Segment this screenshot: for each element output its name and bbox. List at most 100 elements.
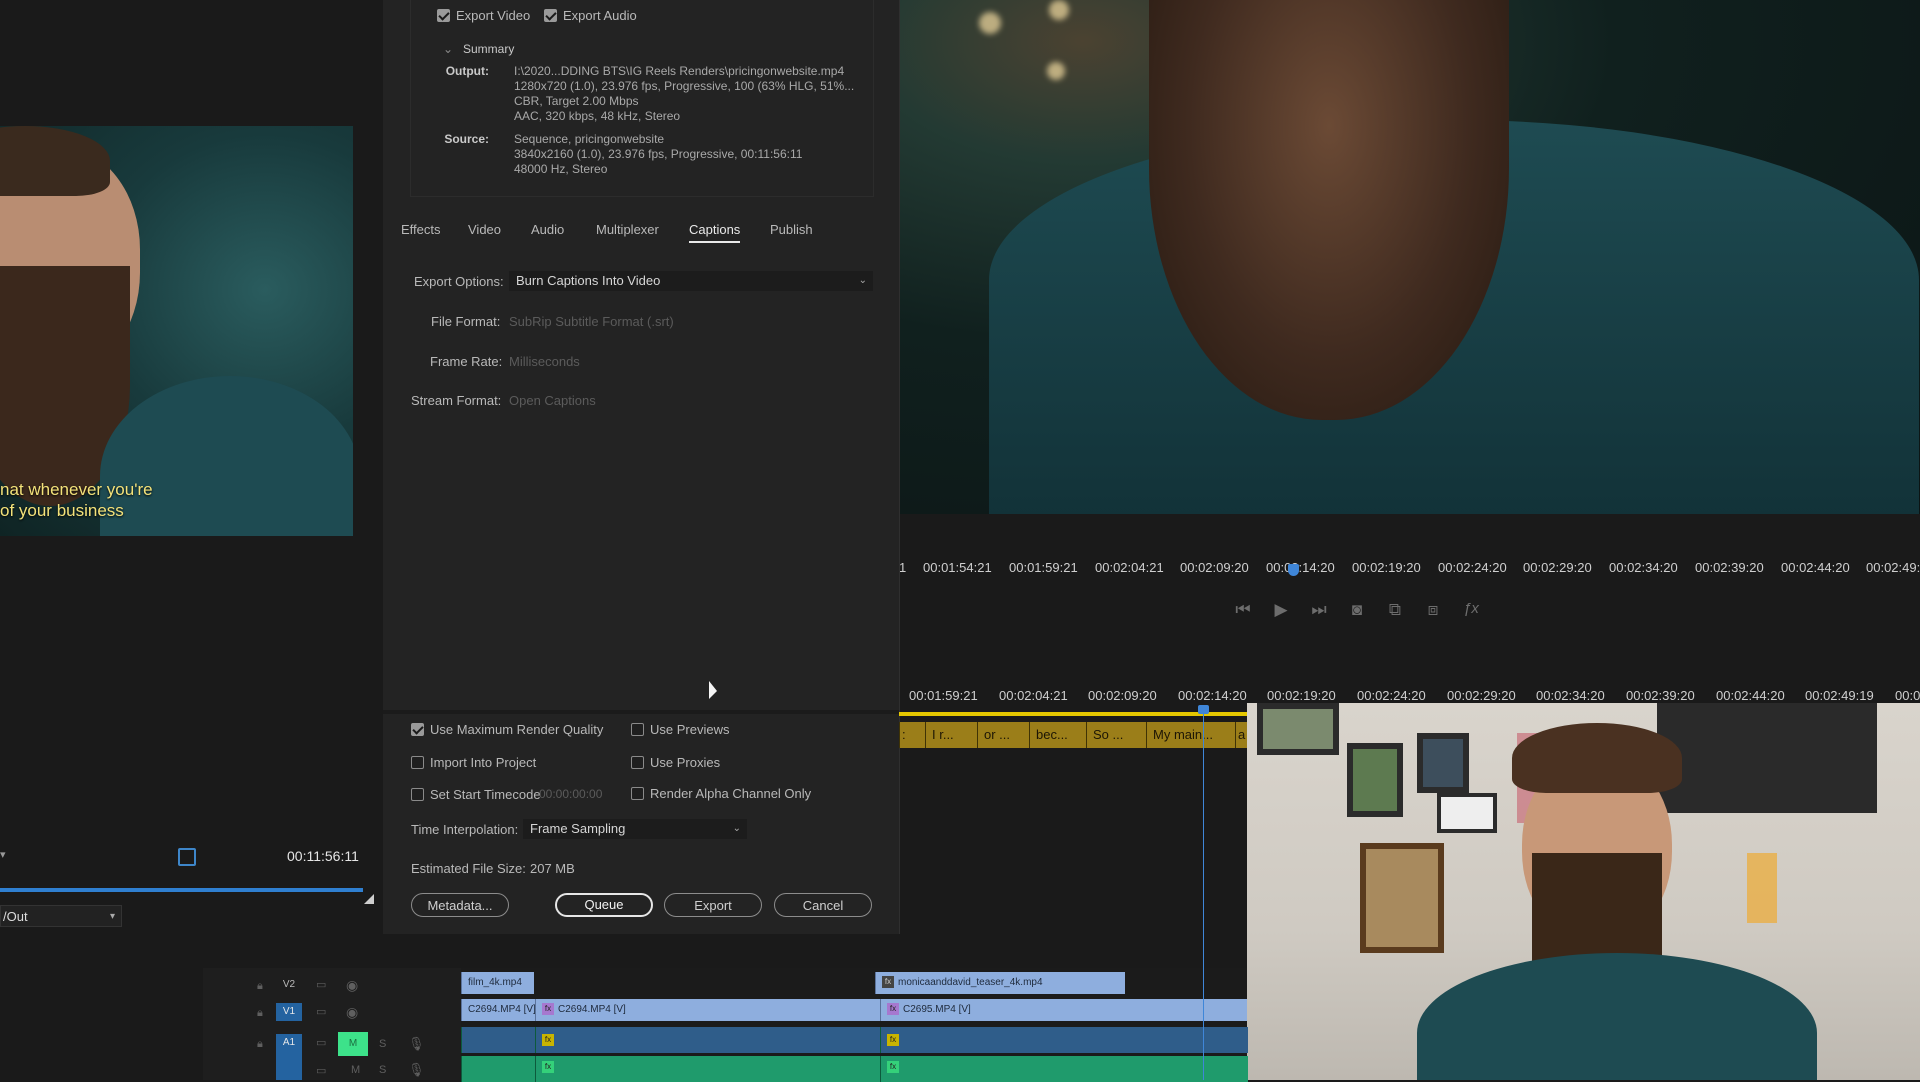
lock-icon[interactable]: 🔒︎ [257, 1007, 263, 1020]
start-timecode-field[interactable]: 00:00:00:00 [539, 787, 602, 801]
lock-icon[interactable]: 🔒︎ [257, 1038, 263, 1051]
mute-button[interactable]: M [338, 1032, 368, 1056]
caption-clip[interactable]: My main... [1146, 722, 1235, 748]
fx-icon[interactable]: ƒx [1458, 600, 1484, 617]
audio-clip[interactable]: fx [535, 1027, 881, 1053]
audio-clip[interactable]: fx [880, 1027, 1248, 1053]
cancel-button[interactable]: Cancel [774, 893, 872, 917]
fit-icon[interactable] [178, 848, 196, 866]
step-forward-icon[interactable]: ⏭ [1306, 600, 1332, 620]
file-format-value: SubRip Subtitle Format (.srt) [509, 314, 674, 329]
caption-clip[interactable]: or ... [977, 722, 1029, 748]
caption-clip[interactable]: So ... [1086, 722, 1146, 748]
play-icon[interactable]: ▶ [1268, 600, 1294, 620]
film-icon[interactable]: ▭ [316, 1064, 326, 1077]
audio-clip[interactable] [461, 1056, 536, 1082]
ruler-label: 00:02:34:20 [1536, 688, 1605, 703]
checkbox[interactable] [631, 756, 644, 769]
eye-icon[interactable]: ◉ [346, 1004, 358, 1021]
checkbox[interactable] [411, 788, 424, 801]
track-headers: 🔒︎ V2 ▭ ◉ 🔒︎ V1 ▭ ◉ 🔒︎ A1 ▭ M S 🎙︎ ▭ M S… [203, 968, 461, 1080]
output-line: AAC, 320 kbps, 48 kHz, Stereo [514, 109, 681, 123]
ruler-label: 00:02:39:20 [1626, 688, 1695, 703]
ruler-label: 00:02:04:21 [1095, 560, 1164, 575]
use-max-render-quality-checkbox[interactable]: Use Maximum Render Quality [411, 722, 603, 737]
timeline-tracks: film_4k.mp4 fx monicaanddavid_teaser_4k.m… [461, 968, 1248, 1082]
program-timecode-ruler[interactable]: 1 00:01:54:21 00:01:59:21 00:02:04:21 00… [899, 548, 1920, 580]
use-proxies-checkbox[interactable]: Use Proxies [631, 755, 720, 770]
chevron-down-icon[interactable]: ▾ [0, 848, 6, 861]
caption-clip[interactable]: a [1235, 722, 1247, 748]
program-playhead[interactable] [1288, 564, 1299, 576]
ruler-label: 1 [899, 560, 907, 575]
work-area-bar[interactable] [899, 712, 1247, 716]
queue-button[interactable]: Queue [555, 893, 653, 917]
use-previews-checkbox[interactable]: Use Previews [631, 722, 729, 737]
ruler-label: 00:02:39:20 [1695, 560, 1764, 575]
caption-clip[interactable]: bec... [1029, 722, 1086, 748]
import-into-project-label: Import Into Project [430, 755, 537, 770]
film-icon[interactable]: ▭ [316, 1036, 326, 1049]
insert-icon[interactable]: ⧉ [1382, 600, 1408, 620]
chevron-down-icon[interactable]: ⌄ [443, 42, 453, 56]
tab-effects[interactable]: Effects [401, 222, 441, 237]
solo-button[interactable]: S [379, 1064, 386, 1076]
ruler-label: 00:01:54:21 [923, 560, 992, 575]
checkbox[interactable] [631, 723, 644, 736]
caption-clip[interactable]: : [899, 722, 925, 748]
import-into-project-checkbox[interactable]: Import Into Project [411, 755, 536, 770]
microphone-icon[interactable]: 🎙︎ [408, 1062, 425, 1078]
track-label-a1[interactable]: A1 [276, 1034, 302, 1080]
lock-icon[interactable]: 🔒︎ [257, 980, 263, 993]
export-options-label: Export Options: [414, 274, 504, 289]
sequence-playhead-line[interactable] [1203, 705, 1204, 1080]
eye-icon[interactable]: ◉ [346, 977, 358, 994]
export-options-dropdown[interactable]: Burn Captions Into Video ⌄ [509, 271, 873, 291]
film-icon[interactable]: ▭ [316, 1005, 326, 1018]
fx-badge: fx [542, 1034, 554, 1046]
tab-captions[interactable]: Captions [689, 222, 741, 243]
mute-button[interactable]: M [351, 1064, 360, 1076]
export-button[interactable]: Export [664, 893, 762, 917]
tab-multiplexer[interactable]: Multiplexer [596, 222, 659, 237]
overwrite-icon[interactable]: ⧈ [1420, 600, 1446, 620]
tab-publish[interactable]: Publish [770, 222, 813, 237]
video-clip[interactable]: fx C2694.MP4 [V] [535, 999, 880, 1021]
audio-clip[interactable] [461, 1027, 536, 1053]
program-transport-controls: ⏮ ▶ ⏭ ◙ ⧉ ⧈ ƒx [1230, 600, 1530, 630]
video-clip[interactable]: C2694.MP4 [V] [461, 999, 535, 1021]
source-range-bar[interactable] [0, 888, 363, 892]
tab-video[interactable]: Video [468, 222, 501, 237]
source-range-dropdown[interactable]: /Out ▾ [0, 905, 122, 927]
chevron-down-icon: ⌄ [732, 823, 741, 834]
track-label-v2[interactable]: V2 [276, 976, 302, 994]
caption-clip[interactable]: I r... [925, 722, 977, 748]
range-handle[interactable] [364, 894, 374, 904]
tab-audio[interactable]: Audio [531, 222, 564, 237]
checkbox[interactable] [411, 756, 424, 769]
track-label-v1[interactable]: V1 [276, 1003, 302, 1021]
sequence-playhead[interactable] [1198, 705, 1209, 714]
solo-button[interactable]: S [379, 1038, 386, 1050]
checkbox[interactable] [631, 787, 644, 800]
ruler-label: 00:02:34:20 [1609, 560, 1678, 575]
ruler-label: 00:02:24:20 [1438, 560, 1507, 575]
time-interpolation-dropdown[interactable]: Frame Sampling ⌄ [523, 819, 747, 839]
film-icon[interactable]: ▭ [316, 978, 326, 991]
camera-icon[interactable]: ◙ [1344, 600, 1370, 620]
video-clip[interactable]: fx C2695.MP4 [V] [880, 999, 1247, 1021]
audio-clip[interactable]: fx [880, 1056, 1248, 1082]
summary-title: Summary [463, 42, 515, 56]
microphone-icon[interactable]: 🎙︎ [408, 1036, 425, 1052]
bokeh-light [1049, 0, 1069, 20]
step-back-icon[interactable]: ⏮ [1230, 600, 1256, 620]
video-clip[interactable]: fx monicaanddavid_teaser_4k.mp4 [875, 972, 1125, 994]
set-start-timecode-checkbox[interactable]: Set Start Timecode [411, 787, 541, 802]
bokeh-light [1047, 62, 1065, 80]
caption-track: : I r... or ... bec... So ... My main...… [899, 722, 1247, 748]
audio-clip[interactable]: fx [535, 1056, 881, 1082]
video-clip[interactable]: film_4k.mp4 [461, 972, 534, 994]
render-alpha-checkbox[interactable]: Render Alpha Channel Only [631, 786, 811, 801]
metadata-button[interactable]: Metadata... [411, 893, 509, 917]
checkbox[interactable] [411, 723, 424, 736]
